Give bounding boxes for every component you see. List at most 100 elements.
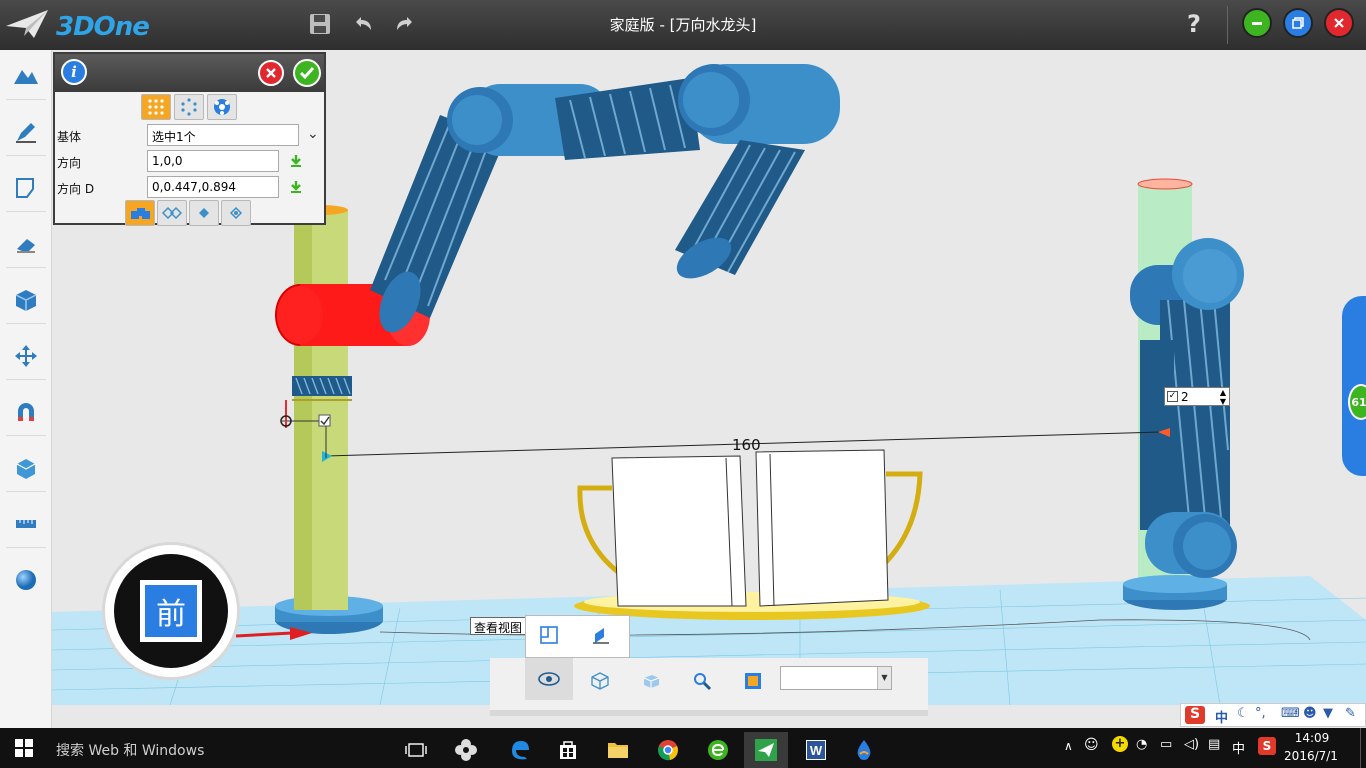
cup-model[interactable] [574,449,930,620]
mode-tab-1[interactable] [125,200,155,226]
task-view-button[interactable] [394,732,438,768]
tray-ime-label[interactable]: 中 [1232,738,1245,757]
minimize-button[interactable] [1242,8,1272,38]
view-wireframe-button[interactable] [576,662,624,700]
ruler-icon [16,519,36,528]
info-icon[interactable]: i [61,59,87,85]
pattern-linear-tab[interactable] [141,94,171,120]
punctuation-icon[interactable]: °, [1255,706,1266,721]
stack-cubes-icon [131,208,150,219]
expand-chevron-icon[interactable]: ⌄ [307,126,319,142]
spinner-arrows-icon[interactable]: ▲ ▼ [1220,388,1226,406]
dimension-value[interactable]: 160 [732,436,761,454]
view-style-dropdown[interactable]: ▼ [780,666,892,690]
title-bar: 3DOne 家庭版 - [万向水龙头] ? [0,0,1366,50]
sogou-logo-icon[interactable]: S [1185,706,1205,724]
eye-icon [538,672,560,686]
keyboard-icon[interactable]: ⌨ [1281,706,1300,721]
tray-network-icon[interactable]: ◔ [1136,737,1147,752]
view-cube-face-front[interactable]: 前 [140,580,202,642]
magnet-icon [18,402,34,421]
taskbar-app-pinwheel[interactable] [444,732,488,768]
special-function-tool[interactable] [6,276,46,324]
tray-volume-icon[interactable]: ◁) [1184,737,1199,752]
ime-lang-toggle[interactable]: 中 [1215,707,1228,726]
skin-icon[interactable]: ▼ [1323,706,1333,721]
assembly-tool[interactable] [6,444,46,492]
tray-expand-icon[interactable]: ∧ [1064,739,1073,753]
pick-direction-d-icon[interactable] [289,180,303,194]
word-icon: W [806,740,826,760]
tray-plus-icon[interactable]: + [1112,736,1128,752]
sketch-tool[interactable] [6,108,46,156]
direction-field[interactable]: 1,0,0 [147,150,279,172]
feature-tool[interactable] [6,220,46,268]
tray-qq-icon[interactable]: ☺ [1084,737,1099,753]
base-field[interactable]: 选中1个 [147,124,299,146]
droplet-app-icon [857,740,871,760]
taskbar-app-edge[interactable] [498,732,542,768]
view-shaded-button[interactable] [627,662,675,700]
property-panel: i 基体 选中1个 ⌄ 方向 1,0,0 方向 D 0,0.447,0.894 [53,52,326,226]
move-tool[interactable] [6,332,46,380]
taskbar-search[interactable]: 搜索 Web 和 Windows [56,740,204,760]
taskbar-app-explorer[interactable] [596,732,640,768]
panel-confirm-button[interactable] [293,59,321,87]
pattern-circular-tab[interactable] [174,94,204,120]
svg-text:W: W [810,743,823,758]
view-cube-ring[interactable]: 前 [102,542,240,680]
wire-cube-icon [591,672,609,690]
faucet-arm[interactable] [370,64,840,338]
basic-shapes-tool[interactable] [6,52,46,100]
close-button[interactable] [1324,8,1354,38]
move-arrows-icon [15,344,37,367]
start-button[interactable] [2,730,46,766]
render-frame-icon [745,673,761,689]
spinner-value[interactable]: 2 [1181,390,1189,404]
pick-direction-icon[interactable] [289,154,303,168]
clock-date[interactable]: 2016/7/1 [1276,749,1346,763]
help-button[interactable]: ? [1178,8,1210,40]
taskbar-app-store[interactable] [546,732,590,768]
taskbar-app-360[interactable] [696,732,740,768]
sketch-edit-tool[interactable] [6,164,46,212]
right-joint-assembly[interactable] [1130,238,1244,578]
view-fit-button[interactable] [538,624,564,650]
clock-time[interactable]: 14:09 [1282,731,1342,745]
view-popup-menu [525,615,630,658]
measure-tool[interactable] [6,500,46,548]
direction-d-field[interactable]: 0,0.447,0.894 [147,176,279,198]
tray-sogou-icon[interactable]: S [1258,737,1276,755]
dropdown-arrow-icon[interactable]: ▼ [877,667,891,689]
moon-icon[interactable]: ☾ [1237,706,1249,721]
tray-notification-icon[interactable]: ▤ [1208,737,1220,752]
chrome-icon [658,740,678,761]
taskbar-app-3done[interactable] [744,732,788,768]
pen-icon [16,122,36,143]
settings-icon[interactable]: ✎ [1345,706,1356,721]
view-cube-disc: 前 [114,554,228,668]
view-display-button[interactable] [525,658,573,700]
view-sketch-button[interactable] [590,624,616,650]
ball-icon [214,99,230,115]
pattern-curve-tab[interactable] [207,94,237,120]
restore-button[interactable] [1283,8,1313,38]
view-zoom-button[interactable] [678,662,726,700]
panel-cancel-button[interactable] [258,60,284,86]
mode-tab-3[interactable] [189,200,219,226]
combine-tool[interactable] [6,388,46,436]
tray-battery-icon[interactable]: ▭ [1160,737,1172,752]
direction-d-label: 方向 D [57,182,95,196]
view-frame-icon [540,626,558,644]
taskbar-app-word[interactable]: W [794,732,838,768]
view-render-button[interactable] [729,662,777,700]
mode-tab-2[interactable] [157,200,187,226]
user-icon[interactable]: ☻ [1303,706,1317,721]
count-spinner[interactable]: ✓ 2 ▲ ▼ [1164,387,1230,406]
taskbar-app-paint[interactable] [842,732,886,768]
taskbar-app-chrome[interactable] [646,732,690,768]
show-desktop-button[interactable] [1360,728,1366,768]
spinner-checkbox[interactable]: ✓ [1167,391,1178,402]
mode-tab-4[interactable] [221,200,251,226]
render-tool[interactable] [6,556,46,604]
